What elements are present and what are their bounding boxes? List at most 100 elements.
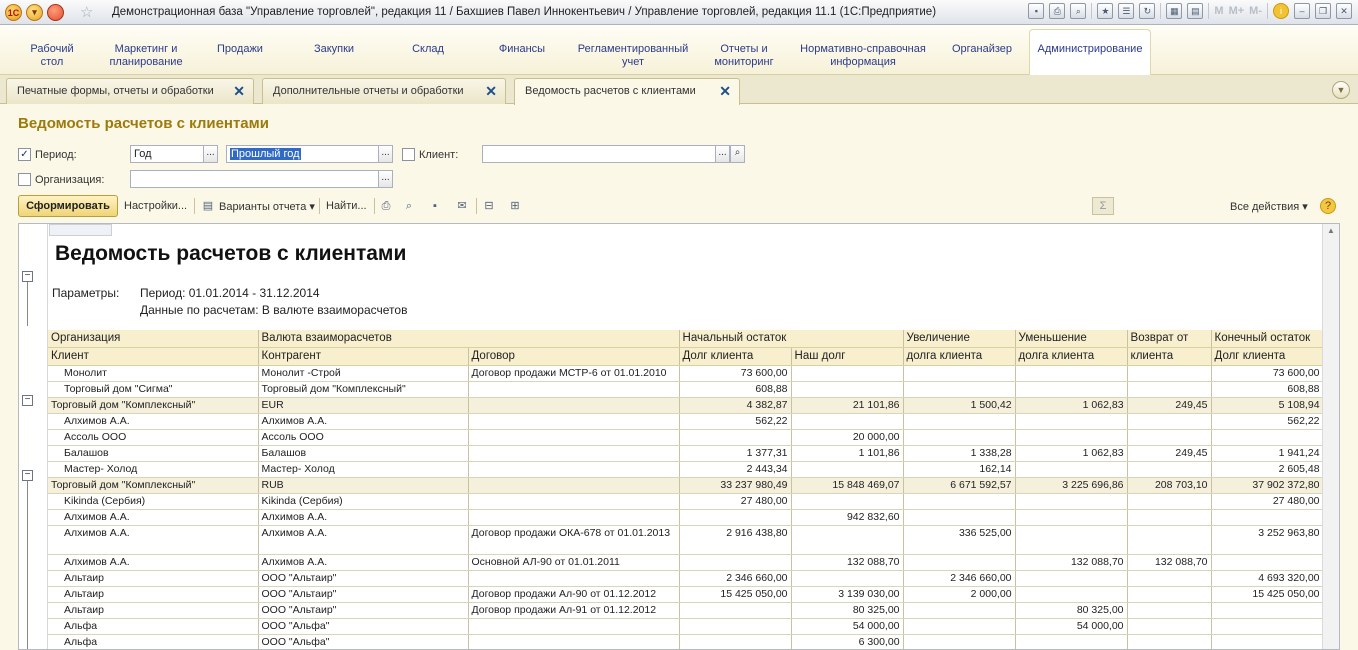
client-select-button[interactable]: ...	[715, 145, 730, 163]
table-cell[interactable]: Kikinda (Сербия)	[48, 493, 259, 510]
report-variants-icon[interactable]: ▤	[200, 198, 216, 214]
section-marketing[interactable]: Маркетинг и планирование	[100, 43, 192, 69]
table-cell[interactable]	[1127, 570, 1212, 587]
table-cell[interactable]	[1127, 365, 1212, 382]
info-icon[interactable]: i	[1273, 3, 1289, 19]
table-cell[interactable]	[1127, 602, 1212, 619]
table-cell[interactable]	[1127, 618, 1212, 635]
table-cell[interactable]: Договор продажи МСТР-6 от 01.01.2010	[468, 365, 680, 382]
table-cell[interactable]	[791, 525, 904, 555]
table-cell[interactable]: 562,22	[1211, 413, 1324, 430]
client-checkbox[interactable]	[402, 148, 415, 161]
table-cell[interactable]: 21 101,86	[791, 397, 904, 414]
table-cell[interactable]: Альтаир	[48, 602, 259, 619]
table-cell[interactable]	[468, 477, 680, 494]
table-cell[interactable]	[1211, 602, 1324, 619]
section-administration[interactable]: Администрирование	[1030, 43, 1150, 56]
close-tab-icon[interactable]: ✕	[233, 83, 245, 100]
email-icon[interactable]: ✉	[454, 198, 470, 214]
table-cell[interactable]: 3 252 963,80	[1211, 525, 1324, 555]
settings-button[interactable]: Настройки...	[124, 200, 187, 212]
table-cell[interactable]	[903, 429, 1016, 446]
table-cell[interactable]: 132 088,70	[791, 554, 904, 571]
table-cell[interactable]: 6 300,00	[791, 634, 904, 649]
table-cell[interactable]: 1 500,42	[903, 397, 1016, 414]
table-cell[interactable]: EUR	[258, 397, 469, 414]
table-cell[interactable]: 208 703,10	[1127, 477, 1212, 494]
table-cell[interactable]: 15 425 050,00	[679, 586, 792, 603]
table-cell[interactable]: 3 139 030,00	[791, 586, 904, 603]
table-cell[interactable]	[679, 634, 792, 649]
group-row[interactable]: Торговый дом "Комплексный" EUR 4 382,87 21 …	[48, 397, 1324, 414]
table-cell[interactable]	[1015, 525, 1128, 555]
table-cell[interactable]: 336 525,00	[903, 525, 1016, 555]
tab-additional-reports[interactable]: Дополнительные отчеты и обработки ✕	[262, 78, 506, 104]
tab-client-settlements[interactable]: Ведомость расчетов с клиентами ✕	[514, 78, 740, 105]
section-sales[interactable]: Продажи	[206, 43, 274, 56]
scroll-up-icon[interactable]: ▲	[1325, 226, 1337, 239]
minimize-icon[interactable]: –	[1294, 3, 1310, 19]
table-cell[interactable]	[468, 509, 680, 526]
table-cell[interactable]: 3 225 696,86	[1015, 477, 1128, 494]
table-cell[interactable]	[468, 493, 680, 510]
table-cell[interactable]: 2 000,00	[903, 586, 1016, 603]
table-cell[interactable]: Мастер- Холод	[258, 461, 469, 478]
table-cell[interactable]: 1 377,31	[679, 445, 792, 462]
table-cell[interactable]	[468, 445, 680, 462]
table-cell[interactable]: 1 101,86	[791, 445, 904, 462]
table-cell[interactable]: 80 325,00	[791, 602, 904, 619]
table-cell[interactable]: 249,45	[1127, 445, 1212, 462]
table-cell[interactable]: Монолит	[48, 365, 259, 382]
table-cell[interactable]	[468, 634, 680, 649]
table-cell[interactable]	[903, 618, 1016, 635]
table-row[interactable]: Балашов Балашов 1 377,31 1 101,86 1 338,28 1 …	[48, 445, 1324, 462]
table-cell[interactable]: Торговый дом "Комплексный"	[48, 397, 259, 414]
table-cell[interactable]	[903, 365, 1016, 382]
table-cell[interactable]: Kikinda (Сербия)	[258, 493, 469, 510]
table-cell[interactable]	[1211, 618, 1324, 635]
add-favorite-icon[interactable]: ★	[1097, 3, 1114, 19]
table-cell[interactable]: ООО "Альтаир"	[258, 602, 469, 619]
table-cell[interactable]: Договор продажи Ал-90 от 01.12.2012	[468, 586, 680, 603]
table-cell[interactable]: 132 088,70	[1127, 554, 1212, 571]
table-cell[interactable]: 20 000,00	[791, 429, 904, 446]
help-icon[interactable]: ?	[1320, 198, 1336, 214]
table-cell[interactable]: Алхимов А.А.	[48, 554, 259, 571]
close-tab-icon[interactable]: ✕	[719, 83, 731, 100]
table-cell[interactable]: 1 941,24	[1211, 445, 1324, 462]
table-cell[interactable]: ООО "Альфа"	[258, 618, 469, 635]
report-variants-button[interactable]: Варианты отчета ▾	[219, 200, 315, 213]
collapse-group-icon[interactable]: −	[22, 395, 33, 406]
table-row[interactable]: Ассоль ООО Ассоль ООО 20 000,00	[48, 429, 1324, 446]
table-cell[interactable]	[468, 618, 680, 635]
table-cell[interactable]: 15 848 469,07	[791, 477, 904, 494]
table-cell[interactable]: Альтаир	[48, 570, 259, 587]
table-cell[interactable]	[1015, 509, 1128, 526]
table-cell[interactable]	[903, 554, 1016, 571]
memory-m[interactable]: M	[1214, 5, 1223, 17]
organization-select-button[interactable]: ...	[378, 170, 393, 188]
save-icon[interactable]: ▪	[427, 198, 443, 214]
table-cell[interactable]	[791, 381, 904, 398]
table-cell[interactable]	[468, 461, 680, 478]
table-cell[interactable]: 73 600,00	[1211, 365, 1324, 382]
collapse-header-icon[interactable]: −	[22, 271, 33, 282]
table-cell[interactable]	[1211, 554, 1324, 571]
section-finance[interactable]: Финансы	[488, 43, 556, 56]
table-cell[interactable]	[1015, 461, 1128, 478]
table-cell[interactable]: Алхимов А.А.	[258, 509, 469, 526]
table-cell[interactable]	[903, 509, 1016, 526]
table-cell[interactable]: 15 425 050,00	[1211, 586, 1324, 603]
table-cell[interactable]: 249,45	[1127, 397, 1212, 414]
table-cell[interactable]	[1015, 365, 1128, 382]
collapse-groups-icon[interactable]: ⊟	[481, 198, 497, 214]
table-cell[interactable]: Алхимов А.А.	[48, 525, 259, 555]
table-cell[interactable]	[679, 429, 792, 446]
table-cell[interactable]: Альфа	[48, 634, 259, 649]
table-cell[interactable]: Балашов	[258, 445, 469, 462]
calculator-icon[interactable]: ▦	[1166, 3, 1183, 19]
table-row[interactable]: Торговый дом "Сигма" Торговый дом "Компле…	[48, 381, 1324, 398]
vertical-scrollbar[interactable]: ▲	[1322, 224, 1339, 649]
table-cell[interactable]: 80 325,00	[1015, 602, 1128, 619]
history-icon[interactable]: ↻	[1139, 3, 1156, 19]
